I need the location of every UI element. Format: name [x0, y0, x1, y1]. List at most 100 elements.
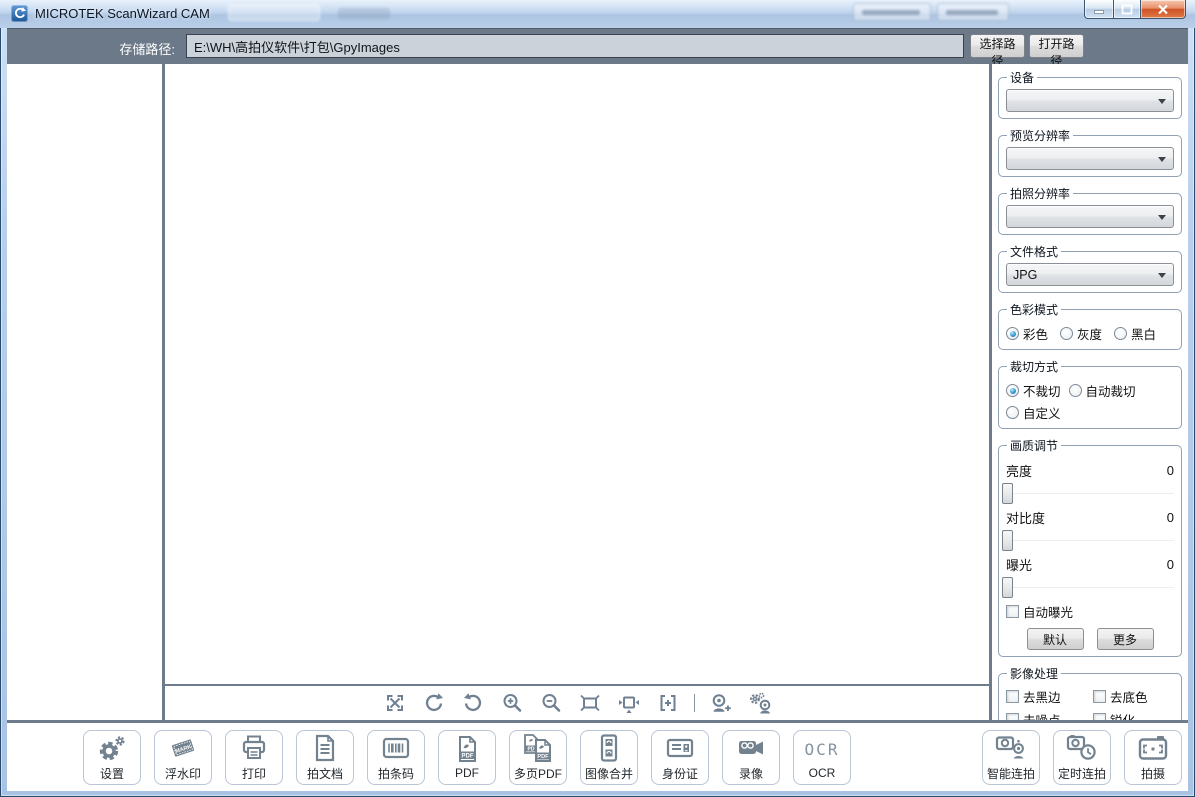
auto-exposure-checkbox[interactable]: 自动曝光: [1006, 602, 1174, 621]
contrast-label: 对比度: [1006, 508, 1045, 527]
svg-text:PD: PD: [528, 746, 535, 752]
remove-black-edge-checkbox[interactable]: 去黑边: [1006, 687, 1087, 706]
radio-auto-crop[interactable]: 自动裁切: [1069, 381, 1136, 400]
toolbar-button-settings[interactable]: 设置: [83, 730, 141, 785]
radio-grayscale[interactable]: 灰度: [1060, 324, 1102, 343]
preview-resolution-label: 预览分辨率: [1007, 127, 1073, 144]
radio-label: 自动裁切: [1086, 381, 1136, 400]
toolbar-button-doc-capture[interactable]: 拍文档: [296, 730, 354, 785]
toolbar-button-multipage-pdf[interactable]: PD PDF 多页PDF: [509, 730, 567, 785]
fit-screen-button[interactable]: [577, 691, 603, 715]
open-path-button[interactable]: 打开路径: [1029, 34, 1084, 58]
slider-thumb[interactable]: [1002, 530, 1013, 551]
toolbar-separator: [694, 694, 695, 712]
contrast-value: 0: [1167, 510, 1174, 525]
minimize-button[interactable]: [1084, 0, 1114, 19]
color-mode-group: 色彩模式 彩色 灰度 黑白: [998, 301, 1182, 350]
image-processing-group: 影像处理 去黑边 去底色 去噪点: [998, 665, 1182, 720]
rotate-right-button[interactable]: [460, 691, 486, 715]
camera-settings-button[interactable]: [747, 691, 773, 715]
toolbar-button-label: 图像合并: [585, 765, 633, 782]
device-dropdown[interactable]: [1006, 89, 1174, 112]
checkbox-icon: [1006, 713, 1019, 720]
zoom-out-button[interactable]: [538, 691, 564, 715]
more-button[interactable]: 更多: [1097, 628, 1154, 650]
checkbox-label: 去噪点: [1023, 710, 1061, 720]
app-icon: [11, 5, 28, 22]
preview-resolution-dropdown[interactable]: [1006, 147, 1174, 170]
radio-no-crop[interactable]: 不裁切: [1006, 381, 1061, 400]
radio-label: 彩色: [1023, 324, 1048, 343]
window-controls: [1085, 0, 1186, 19]
toolbar-button-label: 拍条码: [378, 765, 414, 782]
webcam-add-button[interactable]: [708, 691, 734, 715]
toolbar-button-video-record[interactable]: 录像: [722, 730, 780, 785]
select-path-button[interactable]: 选择路径: [970, 34, 1025, 58]
default-button[interactable]: 默认: [1027, 628, 1084, 650]
contrast-slider[interactable]: [1002, 530, 1174, 551]
svg-text:PDF: PDF: [537, 754, 549, 760]
toolbar-button-id-card[interactable]: 身份证: [651, 730, 709, 785]
toolbar-button-image-merge[interactable]: 图像合并: [580, 730, 638, 785]
toolbar-button-print[interactable]: 打印: [225, 730, 283, 785]
toolbar-button-smart-burst[interactable]: 智能连拍: [982, 730, 1040, 785]
image-processing-label: 影像处理: [1007, 665, 1061, 682]
checkbox-label: 去底色: [1110, 687, 1148, 706]
radio-icon: [1114, 327, 1127, 340]
toolbar-button-barcode-capture[interactable]: 拍条码: [367, 730, 425, 785]
crop-mode-group: 裁切方式 不裁切 自动裁切 自定义: [998, 358, 1182, 429]
zoom-in-button[interactable]: [499, 691, 525, 715]
checkbox-label: 去黑边: [1023, 687, 1061, 706]
titlebar-ghost: [937, 3, 1009, 21]
close-button[interactable]: [1140, 0, 1186, 19]
slider-track[interactable]: [1004, 587, 1174, 588]
color-mode-label: 色彩模式: [1007, 301, 1061, 318]
settings-panel: 设备 预览分辨率 拍照分辨率 文件格式 JPG: [992, 64, 1188, 720]
expand-button[interactable]: [382, 691, 408, 715]
preview-area[interactable]: [165, 64, 989, 720]
toolbar-button-label: 智能连拍: [987, 765, 1035, 782]
toolbar-button-timed-burst[interactable]: 定时连拍: [1053, 730, 1111, 785]
toolbar-button-pdf[interactable]: PDF PDF: [438, 730, 496, 785]
smart-burst-icon: [994, 733, 1028, 763]
toolbar-button-capture[interactable]: 拍摄: [1124, 730, 1182, 785]
brightness-slider[interactable]: [1002, 483, 1174, 504]
radio-icon: [1006, 384, 1019, 397]
actual-size-button[interactable]: [655, 691, 681, 715]
radio-icon: [1006, 406, 1019, 419]
file-format-dropdown[interactable]: JPG: [1006, 263, 1174, 286]
toolbar-button-watermark[interactable]: MARK 浮水印: [154, 730, 212, 785]
svg-text:PDF: PDF: [462, 754, 474, 760]
device-group: 设备: [998, 69, 1182, 119]
maximize-button[interactable]: [1113, 0, 1141, 19]
radio-color[interactable]: 彩色: [1006, 324, 1048, 343]
sharpen-checkbox[interactable]: 锐化: [1093, 710, 1174, 720]
checkbox-label: 锐化: [1110, 710, 1135, 720]
thumbnail-panel[interactable]: [7, 64, 162, 720]
fit-window-button[interactable]: [616, 691, 642, 715]
document-icon: [310, 733, 340, 763]
radio-label: 自定义: [1023, 403, 1061, 422]
slider-thumb[interactable]: [1002, 577, 1013, 598]
radio-black-white[interactable]: 黑白: [1114, 324, 1156, 343]
file-format-group: 文件格式 JPG: [998, 243, 1182, 293]
exposure-label: 曝光: [1006, 555, 1032, 574]
slider-track[interactable]: [1004, 540, 1174, 541]
toolbar-button-ocr[interactable]: OCR OCR: [793, 730, 851, 785]
radio-custom-crop[interactable]: 自定义: [1006, 403, 1061, 422]
slider-track[interactable]: [1004, 493, 1174, 494]
toolbar-button-label: OCR: [809, 766, 836, 780]
denoise-checkbox[interactable]: 去噪点: [1006, 710, 1087, 720]
slider-thumb[interactable]: [1002, 483, 1013, 504]
photo-resolution-dropdown[interactable]: [1006, 205, 1174, 228]
remove-background-checkbox[interactable]: 去底色: [1093, 687, 1174, 706]
device-group-label: 设备: [1007, 69, 1037, 86]
exposure-slider[interactable]: [1002, 577, 1174, 598]
toolbar-button-label: 拍摄: [1141, 765, 1165, 782]
photo-resolution-group: 拍照分辨率: [998, 185, 1182, 235]
checkbox-icon: [1093, 690, 1106, 703]
rotate-left-button[interactable]: [421, 691, 447, 715]
storage-path-input[interactable]: [186, 34, 964, 58]
toolbar-button-label: 设置: [100, 765, 124, 782]
toolbar-button-label: 定时连拍: [1058, 765, 1106, 782]
